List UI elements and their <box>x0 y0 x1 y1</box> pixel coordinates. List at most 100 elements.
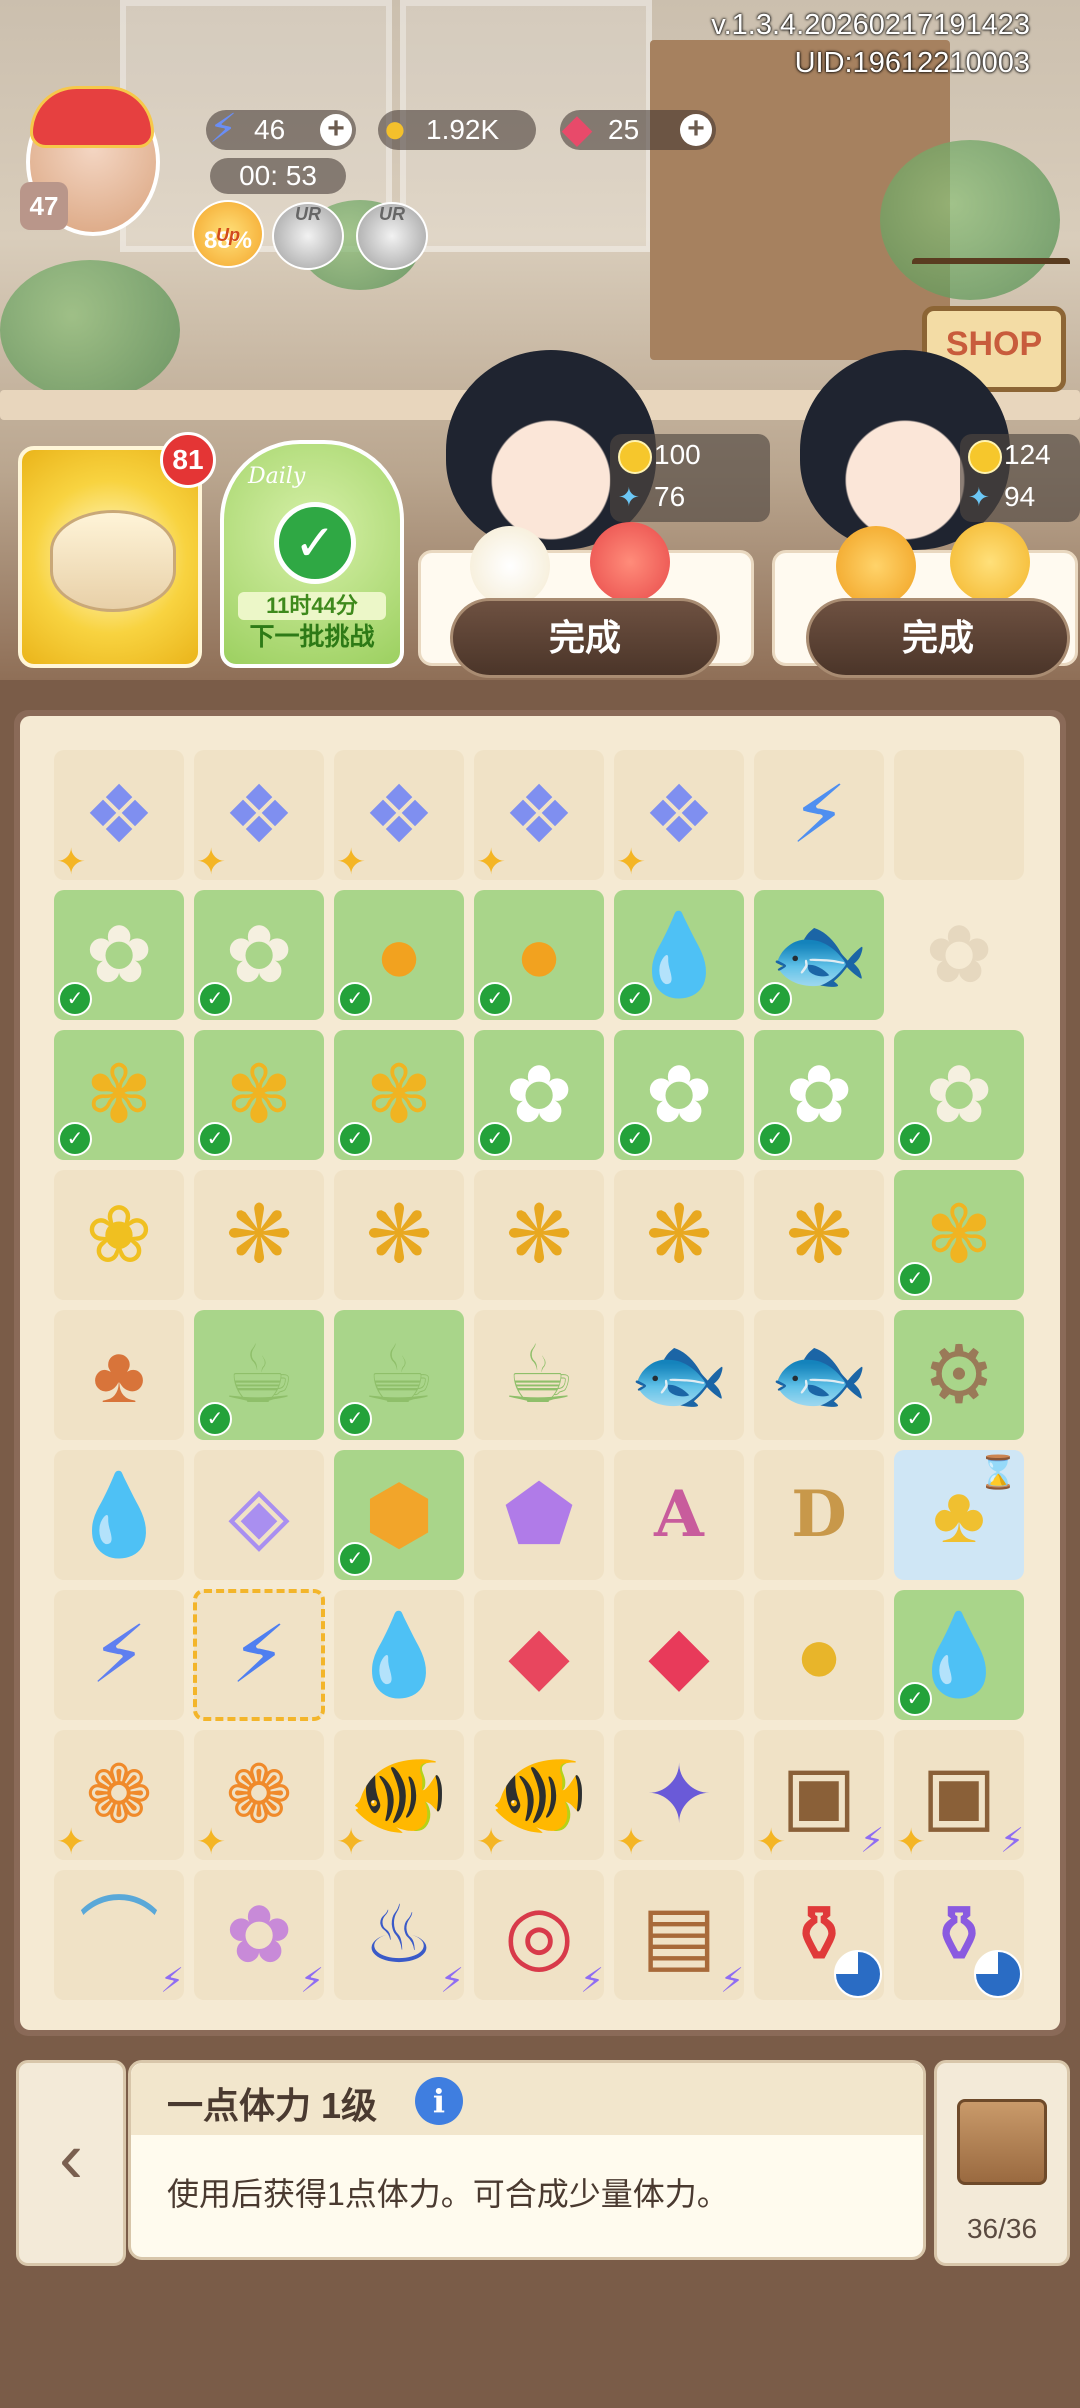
board-cell[interactable]: ✿ ✓ <box>894 1030 1024 1160</box>
board-cell[interactable]: ✾ ✓ <box>194 1030 324 1160</box>
board-cell[interactable]: 💧 <box>334 1590 464 1720</box>
board-cell[interactable]: ✾ ✓ <box>894 1170 1024 1300</box>
energy-counter[interactable]: ⚡ 46 + <box>206 107 356 151</box>
board-cell[interactable]: 🐟 <box>614 1310 744 1440</box>
ur-portrait-coin-2[interactable]: UR <box>356 202 428 270</box>
board-cell[interactable]: ✦ ✦ <box>614 1730 744 1860</box>
board-cell[interactable]: ❖ ✦ <box>334 750 464 880</box>
board-cell[interactable]: ⌒ ⚡ <box>54 1870 184 2000</box>
ruby-icon: ◆ <box>648 1610 710 1699</box>
board-cell[interactable]: ☕ <box>474 1310 604 1440</box>
up-rate-badge[interactable]: Up 88% <box>192 200 264 268</box>
goldfish-icon: 🐟 <box>769 910 869 999</box>
daily-challenge-card[interactable]: Daily ✓ 11时44分 下一批挑战 <box>220 440 404 668</box>
board-cell[interactable]: ◈ <box>194 1450 324 1580</box>
board-cell[interactable]: ⚡ <box>193 1589 325 1721</box>
board-cell[interactable]: ❋ <box>754 1170 884 1300</box>
board-cell[interactable]: ✿ ⚡ <box>194 1870 324 2000</box>
complete-order-button-1[interactable]: 完成 <box>450 598 720 678</box>
gem-icon: ◆ <box>561 107 593 151</box>
energy-bolt-icon: ⚡ <box>208 107 238 151</box>
cat-lily-icon: ✿ <box>645 1050 713 1139</box>
board-cell[interactable]: ♣ <box>54 1310 184 1440</box>
board-cell[interactable]: 💧 <box>54 1450 184 1580</box>
board-cell[interactable]: A <box>614 1450 744 1580</box>
board-cell[interactable]: ✿ <box>894 890 1024 1020</box>
board-cell[interactable]: 💧 ✓ <box>894 1590 1024 1720</box>
board-cell[interactable]: ♨ ⚡ <box>334 1870 464 2000</box>
flower-planter-icon: ✿ <box>225 1890 293 1979</box>
board-cell[interactable]: ◆ <box>474 1590 604 1720</box>
board-cell[interactable]: ⬢ ✓ <box>334 1450 464 1580</box>
board-cell[interactable]: 🐟 ✓ <box>754 890 884 1020</box>
teapot-stove-icon: ♨ <box>363 1890 435 1979</box>
board-cell[interactable]: 🐟 <box>754 1310 884 1440</box>
ready-check-icon: ✓ <box>758 1122 792 1156</box>
board-cell[interactable]: ☕ ✓ <box>334 1310 464 1440</box>
board-cell[interactable]: ❁ ✦ <box>194 1730 324 1860</box>
board-cell[interactable]: ❋ <box>614 1170 744 1300</box>
board-cell[interactable]: ◎ ⚡ <box>474 1870 604 2000</box>
board-cell[interactable]: ⚡ <box>54 1590 184 1720</box>
add-energy-button[interactable]: + <box>320 114 352 146</box>
dragonfly-gear-icon: ⚙ <box>923 1330 995 1419</box>
board-cell[interactable]: ❁ ✦ <box>54 1730 184 1860</box>
board-cell[interactable]: ⚱ <box>754 1870 884 2000</box>
board-cell[interactable]: ✿ ✓ <box>194 890 324 1020</box>
board-cell[interactable]: ● <box>754 1590 884 1720</box>
coin-counter[interactable]: ● 1.92K <box>378 107 536 151</box>
storage-box-button[interactable]: 36/36 <box>934 2060 1070 2266</box>
board-cell[interactable]: ⬟ <box>474 1450 604 1580</box>
info-icon[interactable]: i <box>415 2077 463 2125</box>
purple-drop-face-icon: 💧 <box>349 1610 449 1699</box>
board-cell[interactable] <box>894 750 1024 880</box>
board-cell[interactable]: ⚙ ✓ <box>894 1310 1024 1440</box>
lily-icon: ✿ <box>925 1050 993 1139</box>
board-cell[interactable]: ● ✓ <box>334 890 464 1020</box>
osmanthus-order-item-icon <box>950 522 1030 602</box>
complete-order-button-2[interactable]: 完成 <box>806 598 1070 678</box>
board-cell[interactable]: ❖ ✦ <box>194 750 324 880</box>
amethyst-icon: ⬟ <box>504 1470 574 1559</box>
energy-producer-icon: ⚡ <box>720 1962 744 2000</box>
board-cell[interactable]: ❖ ✦ <box>474 750 604 880</box>
ready-check-icon: ✓ <box>338 1402 372 1436</box>
board-cell[interactable]: ✿ ✓ <box>474 1030 604 1160</box>
board-cell[interactable]: ▤ ⚡ <box>614 1870 744 2000</box>
energy-crystal-cluster-icon: ❖ <box>363 770 435 859</box>
board-cell[interactable]: ❋ <box>194 1170 324 1300</box>
board-cell[interactable]: ▣ ✦ ⚡ <box>894 1730 1024 1860</box>
ur-portrait-coin-1[interactable]: UR <box>272 202 344 270</box>
board-cell[interactable]: ❀ <box>54 1170 184 1300</box>
board-cell[interactable]: ⚡ <box>754 750 884 880</box>
trumpet-flower-icon: ❁ <box>85 1750 153 1839</box>
board-cell[interactable]: ✾ ✓ <box>334 1030 464 1160</box>
board-cell[interactable]: ✿ ✓ <box>54 890 184 1020</box>
board-cell[interactable]: ⚱ <box>894 1870 1024 2000</box>
board-cell[interactable]: 🐠 ✦ <box>334 1730 464 1860</box>
board-cell[interactable]: ◆ <box>614 1590 744 1720</box>
generator-star-icon: ✦ <box>476 1821 507 1862</box>
board-cell[interactable]: ❖ ✦ <box>54 750 184 880</box>
energy-timer: 00: 53 <box>210 158 346 194</box>
osmanthus-branch-icon: ❋ <box>645 1190 713 1279</box>
board-cell[interactable]: ❋ <box>334 1170 464 1300</box>
back-arrow-button[interactable]: ‹ <box>16 2060 126 2266</box>
board-cell[interactable]: ● ✓ <box>474 890 604 1020</box>
board-cell[interactable]: 💧 ✓ <box>614 890 744 1020</box>
board-cell[interactable]: 🐠 ✦ <box>474 1730 604 1860</box>
board-cell[interactable]: ✿ ✓ <box>754 1030 884 1160</box>
board-cell[interactable]: ▣ ✦ ⚡ <box>754 1730 884 1860</box>
energy-producer-icon: ⚡ <box>860 1822 884 1860</box>
board-cell[interactable]: ☕ ✓ <box>194 1310 324 1440</box>
board-cell[interactable]: ✿ ✓ <box>614 1030 744 1160</box>
ready-check-icon: ✓ <box>898 1122 932 1156</box>
board-cell[interactable]: ❖ ✦ <box>614 750 744 880</box>
board-cell[interactable]: ✾ ✓ <box>54 1030 184 1160</box>
gem-counter[interactable]: ◆ 25 + <box>560 107 716 151</box>
customer-reward-2: ✦ 124 94 <box>960 434 1080 522</box>
board-cell[interactable]: ♣ ⌛ <box>894 1450 1024 1580</box>
board-cell[interactable]: ❋ <box>474 1170 604 1300</box>
add-gems-button[interactable]: + <box>680 114 712 146</box>
board-cell[interactable]: D <box>754 1450 884 1580</box>
